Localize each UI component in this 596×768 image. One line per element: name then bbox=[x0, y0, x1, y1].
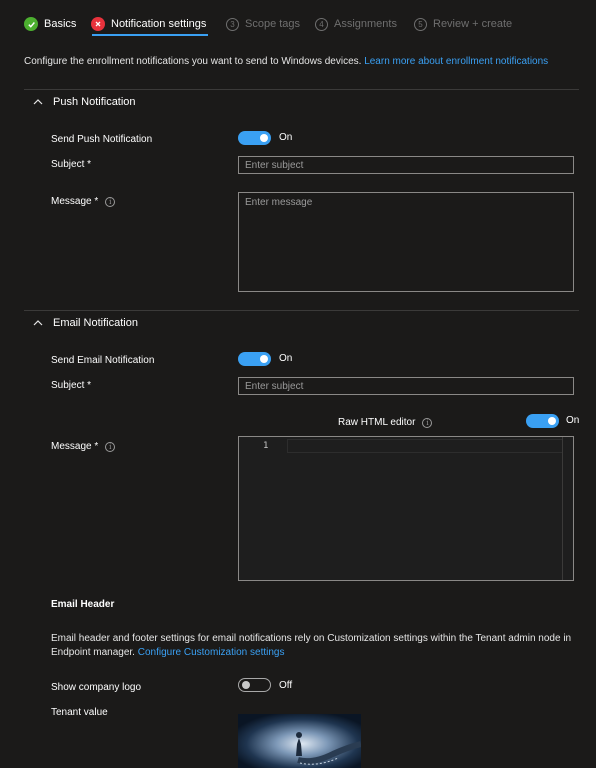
email-subject-input[interactable] bbox=[238, 377, 574, 395]
info-icon[interactable]: i bbox=[422, 417, 433, 428]
push-subject-input[interactable] bbox=[238, 156, 574, 174]
learn-more-link[interactable]: Learn more about enrollment notification… bbox=[364, 56, 548, 67]
send-push-state: On bbox=[279, 132, 293, 143]
push-message-input[interactable] bbox=[238, 192, 574, 292]
send-email-state: On bbox=[279, 353, 293, 364]
send-push-label: Send Push Notification bbox=[51, 134, 153, 145]
step-label: Basics bbox=[44, 18, 77, 30]
logo-graphic bbox=[238, 714, 361, 768]
email-section-header[interactable]: Email Notification bbox=[33, 317, 138, 329]
push-message-label: Message * i bbox=[51, 196, 116, 207]
html-code-editor[interactable]: 1 bbox=[238, 436, 574, 581]
step-scope-tags[interactable]: 3 Scope tags bbox=[226, 15, 300, 33]
toggle-knob bbox=[242, 681, 250, 689]
step-label: Assignments bbox=[334, 18, 397, 30]
step-number: 4 bbox=[315, 17, 328, 31]
error-icon bbox=[91, 17, 105, 31]
step-label: Notification settings bbox=[111, 18, 207, 30]
send-push-toggle[interactable] bbox=[238, 131, 271, 145]
push-section-header[interactable]: Push Notification bbox=[33, 96, 136, 108]
divider bbox=[24, 89, 579, 90]
show-logo-state: Off bbox=[279, 680, 293, 691]
configure-customization-link[interactable]: Configure Customization settings bbox=[138, 647, 285, 658]
toggle-knob bbox=[548, 417, 556, 425]
raw-html-label: Raw HTML editor i bbox=[338, 417, 433, 428]
step-notification-settings[interactable]: Notification settings bbox=[91, 15, 206, 33]
email-subject-label: Subject * bbox=[51, 380, 92, 391]
email-message-label: Message * i bbox=[51, 441, 116, 452]
send-email-label: Send Email Notification bbox=[51, 355, 155, 366]
email-section-title: Email Notification bbox=[53, 317, 138, 329]
raw-html-state: On bbox=[566, 415, 580, 426]
raw-html-label-text: Raw HTML editor bbox=[338, 417, 416, 428]
checkmark-icon bbox=[24, 17, 38, 31]
current-line-highlight bbox=[287, 439, 563, 453]
divider bbox=[24, 310, 579, 311]
push-section-title: Push Notification bbox=[53, 96, 136, 108]
company-logo-image bbox=[238, 714, 361, 768]
chevron-up-icon bbox=[33, 99, 43, 105]
show-logo-label: Show company logo bbox=[51, 682, 142, 693]
push-subject-label: Subject * bbox=[51, 159, 92, 170]
step-basics[interactable]: Basics bbox=[24, 15, 76, 33]
info-icon[interactable]: i bbox=[105, 441, 116, 452]
active-tab-indicator bbox=[92, 34, 208, 36]
show-logo-toggle[interactable] bbox=[238, 678, 271, 692]
line-number: 1 bbox=[263, 441, 269, 451]
email-message-label-text: Message * bbox=[51, 441, 99, 452]
tenant-value-label: Tenant value bbox=[51, 707, 108, 718]
info-icon[interactable]: i bbox=[105, 196, 116, 207]
step-label: Review + create bbox=[433, 18, 513, 30]
email-header-description: Email header and footer settings for ema… bbox=[51, 632, 576, 660]
intro-description: Configure the enrollment notifications y… bbox=[24, 56, 362, 67]
step-label: Scope tags bbox=[245, 18, 301, 30]
step-number: 5 bbox=[414, 17, 427, 31]
chevron-up-icon bbox=[33, 320, 43, 326]
editor-scrollbar[interactable] bbox=[562, 437, 563, 580]
toggle-knob bbox=[260, 134, 268, 142]
step-assignments[interactable]: 4 Assignments bbox=[315, 15, 397, 33]
toggle-knob bbox=[260, 355, 268, 363]
step-number: 3 bbox=[226, 17, 239, 31]
push-message-label-text: Message * bbox=[51, 196, 99, 207]
send-email-toggle[interactable] bbox=[238, 352, 271, 366]
email-header-description-text: Email header and footer settings for ema… bbox=[51, 633, 572, 658]
raw-html-toggle[interactable] bbox=[526, 414, 559, 428]
email-header-title: Email Header bbox=[51, 599, 115, 610]
step-review-create[interactable]: 5 Review + create bbox=[414, 15, 512, 33]
intro-text: Configure the enrollment notifications y… bbox=[24, 56, 548, 67]
